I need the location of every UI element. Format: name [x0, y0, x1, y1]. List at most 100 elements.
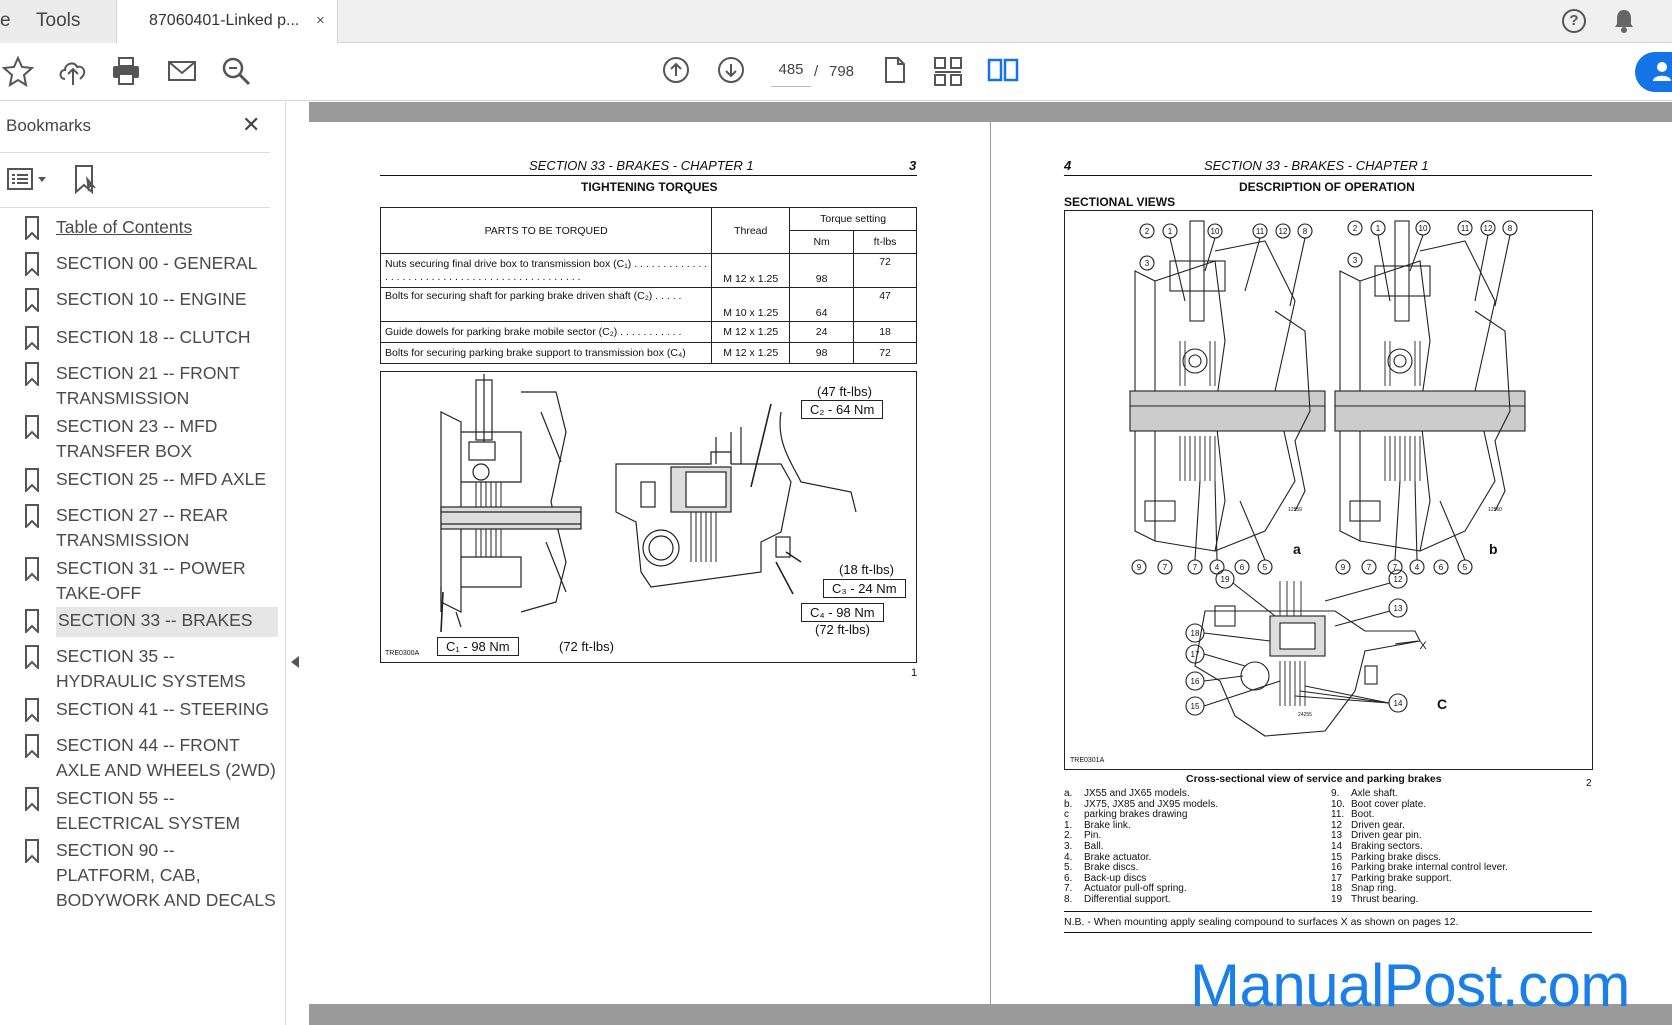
bookmark-tools: [6, 164, 100, 199]
share-button[interactable]: [1635, 52, 1672, 92]
label-c1: C₁ - 98 Nm: [437, 637, 519, 656]
section-title: TIGHTENING TORQUES: [581, 180, 718, 194]
bookmark-icon: [25, 734, 39, 758]
help-icon[interactable]: ?: [1562, 9, 1586, 33]
svg-text:16: 16: [1191, 677, 1200, 686]
cell-ftlbs: 72: [853, 253, 917, 288]
bookmark-label: SECTION 90 -- PLATFORM, CAB, BODYWORK AN…: [56, 840, 276, 910]
svg-text:2: 2: [1353, 224, 1358, 233]
figure-sectional-views: 2 1 10 11 12 8 3 2 1 10 11 12 8 3 9 7 7 4 6 5 9 7 7 4 6…: [1064, 210, 1593, 770]
legend-row: 19 Thrust bearing.: [1331, 893, 1508, 906]
figure-torque-diagram: (47 ft-lbs) C₂ - 64 Nm (18 ft-lbs) C₃ - …: [380, 371, 917, 663]
sectional-views-drawing: 2 1 10 11 12 8 3 2 1 10 11 12 8 3 9 7 7 4 6 5 9 7 7 4 6…: [1129, 220, 1526, 737]
cell-nm: 24: [789, 321, 855, 343]
bookmark-icon: [25, 557, 39, 581]
bookmark-label: SECTION 27 -- REAR TRANSMISSION: [56, 505, 229, 550]
cell-nm: 64: [789, 287, 855, 322]
label-c4: C₄ - 98 Nm: [801, 603, 884, 622]
svg-text:9: 9: [1341, 563, 1346, 572]
page-header: SECTION 33 - BRAKES - CHAPTER 1: [529, 158, 754, 173]
tab-document[interactable]: 87060401-Linked p...: [116, 0, 338, 44]
legend-key: a.: [1064, 788, 1073, 799]
torque-table: PARTS TO BE TORQUED Thread Torque settin…: [379, 207, 917, 364]
bookmark-icon: [25, 468, 39, 492]
col-parts: PARTS TO BE TORQUED: [379, 207, 713, 254]
legend-value: Actuator pull-off spring.: [1084, 883, 1187, 895]
watermark: ManualPost.com: [1190, 952, 1630, 1019]
svg-text:8: 8: [1508, 224, 1513, 233]
options-list-icon[interactable]: [6, 164, 48, 194]
tab-document-label: 87060401-Linked p...: [149, 12, 300, 29]
svg-text:10: 10: [1211, 227, 1220, 236]
tab-close-icon[interactable]: ×: [316, 12, 325, 29]
bell-icon[interactable]: [1613, 8, 1635, 34]
legend-value: Differential support.: [1084, 893, 1171, 905]
legend-left: a. JX55 and JX65 models. b. JX75, JX85 and …: [1064, 788, 1218, 906]
bookmark-label: SECTION 21 -- FRONT TRANSMISSION: [56, 363, 240, 408]
previous-page-icon[interactable]: [661, 55, 691, 85]
two-page-view-icon[interactable]: [986, 55, 1020, 85]
bookmarks-title: Bookmarks: [6, 116, 92, 135]
cell-part: Bolts for securing parking brake support…: [379, 342, 713, 364]
cloud-upload-icon[interactable]: [56, 55, 90, 87]
bookmark-label: SECTION 18 -- CLUTCH: [56, 327, 251, 347]
close-panel-icon[interactable]: ✕: [242, 112, 260, 138]
bookmark-label: SECTION 41 -- STEERING: [56, 699, 269, 719]
note-rule-bottom: [1064, 932, 1592, 933]
col-thread: Thread: [711, 207, 791, 254]
zoom-search-icon[interactable]: [220, 55, 252, 87]
bookmark-label: SECTION 35 -- HYDRAULIC SYSTEMS: [56, 646, 246, 691]
single-page-view-icon[interactable]: [882, 55, 908, 85]
bookmark-label: SECTION 00 - GENERAL: [56, 253, 258, 273]
pdf-page-right: 4 SECTION 33 - BRAKES - CHAPTER 1 DESCRI…: [991, 122, 1672, 1004]
tab-tools[interactable]: e Tools: [0, 0, 116, 43]
mail-icon[interactable]: [166, 55, 198, 87]
tab-edge-fragment: e: [0, 10, 11, 31]
svg-text:5: 5: [1463, 563, 1468, 572]
star-icon[interactable]: [2, 55, 34, 87]
document-viewport[interactable]: SECTION 33 - BRAKES - CHAPTER 1 3 TIGHTE…: [309, 102, 1672, 1025]
svg-text:12560: 12560: [1488, 507, 1502, 513]
legend-key: 14: [1331, 840, 1343, 852]
legend-value: Boot cover plate.: [1351, 798, 1427, 810]
bookmark-label: SECTION 10 -- ENGINE: [56, 289, 247, 309]
svg-text:1: 1: [1168, 227, 1173, 236]
bookmark-label: SECTION 31 -- POWER TAKE-OFF: [56, 558, 246, 603]
print-icon[interactable]: [110, 55, 142, 87]
legend-value: JX75, JX85 and JX95 models.: [1084, 798, 1218, 810]
legend-value: Parking brake support.: [1351, 872, 1452, 884]
svg-text:1: 1: [1376, 224, 1381, 233]
cell-ftlbs: 47: [853, 287, 917, 322]
note-rule-top: [1064, 911, 1592, 912]
table-row: Bolts for securing shaft for parking bra…: [379, 287, 917, 322]
label-c3: C₃ - 24 Nm: [823, 579, 906, 598]
tab-tools-label: Tools: [36, 10, 81, 31]
svg-text:12: 12: [1484, 224, 1493, 233]
collapse-panel-arrow-icon[interactable]: [291, 656, 299, 668]
mounting-note: N.B. - When mounting apply sealing compo…: [1064, 916, 1459, 928]
add-bookmark-icon[interactable]: [70, 164, 100, 195]
cell-ftlbs: 18: [853, 321, 917, 343]
bookmark-label: SECTION 25 -- MFD AXLE: [56, 469, 267, 489]
tab-bar: e Tools 87060401-Linked p... × ?: [0, 0, 1672, 44]
svg-text:19: 19: [1221, 575, 1230, 584]
bookmark-icon: [25, 326, 39, 350]
view-label-c: C: [1437, 696, 1448, 712]
legend-right: 9. Axle shaft. 10. Boot cover plate. 11. Boot…: [1331, 788, 1508, 906]
scroll-mode-icon[interactable]: [932, 55, 964, 87]
page-number: 4: [1064, 158, 1072, 173]
svg-text:12559: 12559: [1288, 507, 1302, 513]
page-number-input[interactable]: 485: [771, 61, 811, 87]
svg-text:5: 5: [1263, 563, 1268, 572]
next-page-icon[interactable]: [716, 55, 746, 85]
svg-text:4: 4: [1215, 563, 1220, 572]
svg-text:11: 11: [1256, 227, 1265, 236]
legend-value: Axle shaft.: [1351, 788, 1398, 799]
svg-text:11: 11: [1461, 224, 1470, 233]
label-c3-ftlbs: (18 ft-lbs): [839, 562, 894, 577]
toolbar: 485 / 798: [0, 43, 1672, 101]
cell-nm: 98: [789, 342, 855, 364]
legend-value: Thrust bearing.: [1351, 893, 1419, 905]
svg-text:24255: 24255: [1298, 712, 1312, 718]
section-title: DESCRIPTION OF OPERATION: [1239, 180, 1415, 194]
